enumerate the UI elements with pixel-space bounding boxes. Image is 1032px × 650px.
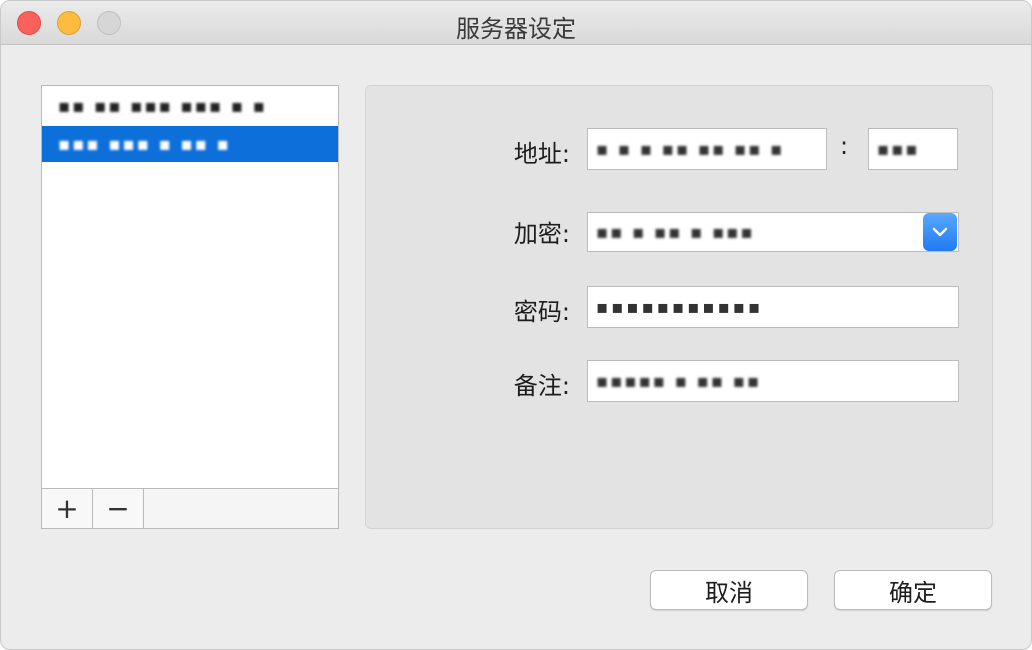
- server-list: ▪▪ ▪▪ ▪▪▪ ▪▪▪ ▪ ▪ ▪▪▪ ▪▪▪ ▪ ▪▪ ▪ + −: [41, 85, 339, 529]
- encryption-label: 加密:: [513, 220, 570, 248]
- server-list-toolbar: + −: [42, 488, 338, 528]
- encryption-value: ▪▪ ▪ ▪▪ ▪ ▪▪▪: [596, 221, 755, 243]
- note-input[interactable]: ▪▪▪▪▪ ▪ ▪▪ ▪▪: [587, 360, 959, 402]
- server-list-item-selected[interactable]: ▪▪▪ ▪▪▪ ▪ ▪▪ ▪: [42, 126, 338, 162]
- note-value: ▪▪▪▪▪ ▪ ▪▪ ▪▪: [596, 370, 762, 392]
- server-list-item[interactable]: ▪▪ ▪▪ ▪▪▪ ▪▪▪ ▪ ▪: [42, 88, 338, 124]
- toolbar-spacer: [144, 489, 338, 528]
- plus-icon: +: [55, 492, 79, 525]
- address-label: 地址:: [513, 140, 570, 168]
- port-value: ▪▪▪: [877, 138, 920, 160]
- cancel-button[interactable]: 取消: [650, 570, 808, 610]
- address-value: ▪ ▪ ▪ ▪▪ ▪▪ ▪▪ ▪: [596, 138, 785, 160]
- note-label: 备注:: [513, 372, 570, 400]
- remove-server-button[interactable]: −: [93, 489, 144, 528]
- encryption-dropdown-button[interactable]: [923, 213, 957, 251]
- chevron-down-icon: [932, 227, 948, 237]
- port-input[interactable]: ▪▪▪: [868, 128, 958, 170]
- server-settings-window: 服务器设定 ▪▪ ▪▪ ▪▪▪ ▪▪▪ ▪ ▪ ▪▪▪ ▪▪▪ ▪ ▪▪ ▪ +…: [0, 0, 1032, 650]
- password-value: ▪▪▪▪▪▪▪▪▪▪▪: [596, 296, 764, 318]
- encryption-select[interactable]: ▪▪ ▪ ▪▪ ▪ ▪▪▪: [587, 212, 959, 252]
- password-input[interactable]: ▪▪▪▪▪▪▪▪▪▪▪: [587, 286, 959, 328]
- add-server-button[interactable]: +: [42, 489, 93, 528]
- server-form-panel: 地址: ▪ ▪ ▪ ▪▪ ▪▪ ▪▪ ▪ : ▪▪▪ 加密: ▪▪ ▪ ▪▪ ▪…: [365, 85, 993, 529]
- title-bar: 服务器设定: [1, 1, 1031, 45]
- minus-icon: −: [106, 492, 130, 525]
- ok-button[interactable]: 确定: [834, 570, 992, 610]
- server-list-item-label: ▪▪ ▪▪ ▪▪▪ ▪▪▪ ▪ ▪: [58, 95, 267, 117]
- address-input[interactable]: ▪ ▪ ▪ ▪▪ ▪▪ ▪▪ ▪: [587, 128, 827, 170]
- window-title: 服务器设定: [456, 15, 576, 43]
- server-list-item-label: ▪▪▪ ▪▪▪ ▪ ▪▪ ▪: [58, 133, 231, 155]
- port-separator: :: [840, 132, 849, 160]
- password-label: 密码:: [513, 298, 570, 326]
